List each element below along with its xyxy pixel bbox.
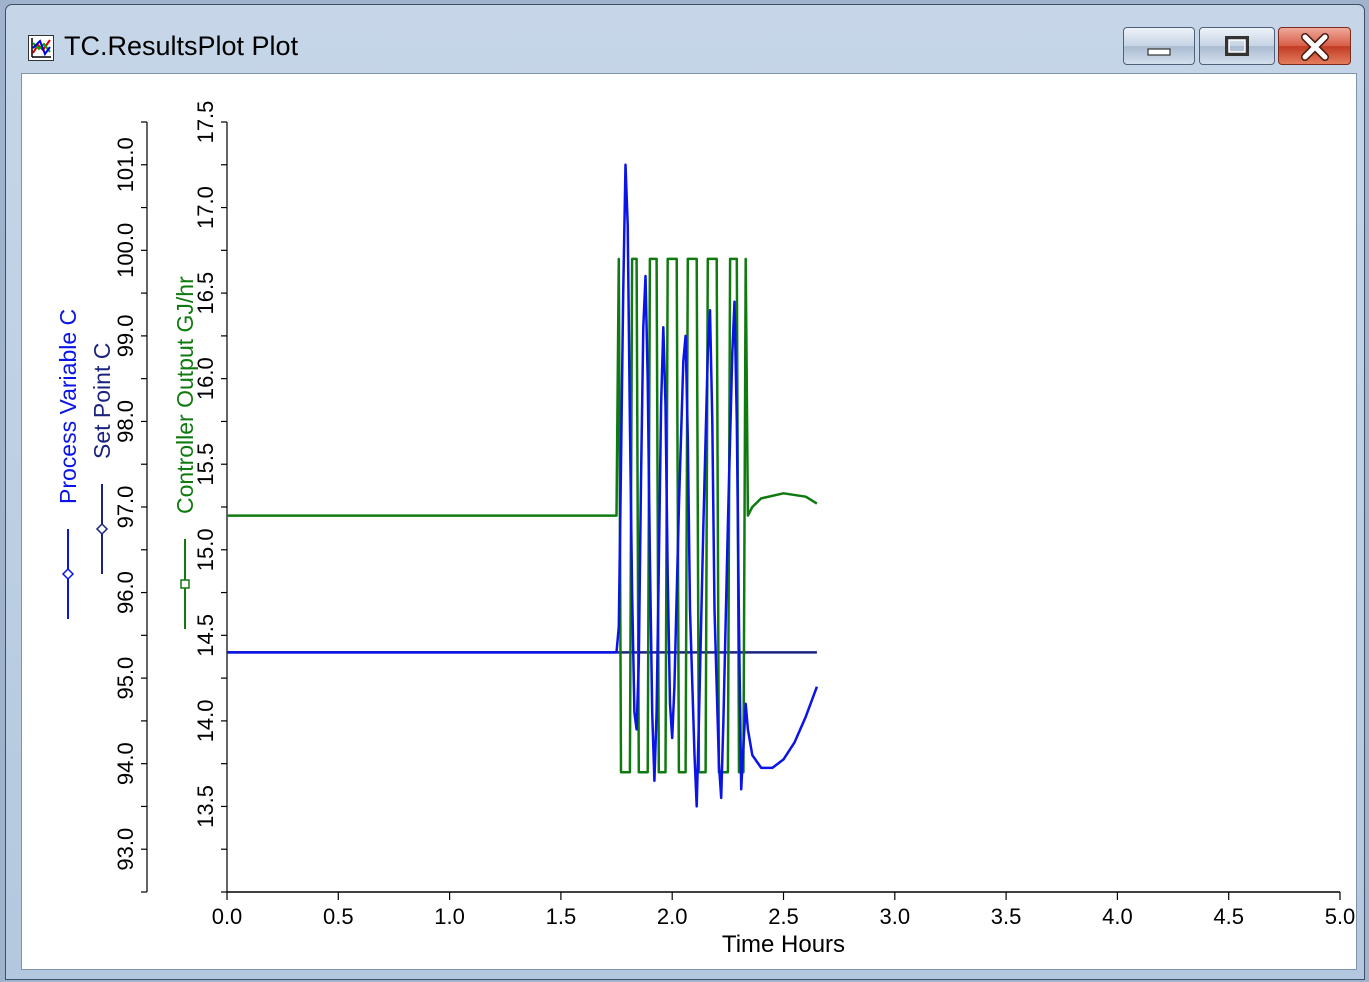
sp-legend-label: Set Point C: [89, 343, 115, 459]
pv-legend-marker: [61, 567, 75, 581]
pv-tick-label: 95.0: [113, 657, 138, 700]
pv-tick-label: 96.0: [113, 571, 138, 614]
pv-tick-label: 99.0: [113, 314, 138, 357]
co-tick-label: 13.5: [193, 785, 218, 828]
co-tick-label: 15.0: [193, 528, 218, 571]
x-tick-label: 1.0: [434, 904, 465, 929]
pv-tick-label: 97.0: [113, 486, 138, 529]
minimize-button[interactable]: [1123, 27, 1195, 65]
maximize-icon: [1225, 36, 1249, 56]
close-button[interactable]: [1278, 27, 1351, 65]
sp-legend-marker: [95, 522, 109, 536]
pv-tick-label: 98.0: [113, 400, 138, 443]
co-tick-label: 14.0: [193, 699, 218, 742]
co-legend-label: Controller Output GJ/hr: [172, 276, 198, 514]
pv-tick-label: 93.0: [113, 828, 138, 871]
plot-area: 0.0 0.5 1.0 1.5 2.0 2.5 3.0 3.5 4.0 4.5 5.0 Time Ho…: [21, 73, 1357, 970]
x-tick-label: 0.5: [323, 904, 354, 929]
plot-app-icon: [28, 35, 54, 61]
window-title: TC.ResultsPlot Plot: [64, 31, 299, 61]
x-tick-label: 3.5: [991, 904, 1022, 929]
co-legend-marker: [180, 579, 190, 589]
title-bar[interactable]: TC.ResultsPlot Plot: [6, 5, 1364, 71]
pv-tick-label: 94.0: [113, 742, 138, 785]
pv-tick-label: 101.0: [113, 137, 138, 192]
x-tick-label: 4.5: [1213, 904, 1244, 929]
x-tick-label: 5.0: [1325, 904, 1356, 929]
close-icon: [1301, 33, 1329, 61]
minimize-icon: [1147, 48, 1171, 56]
pv-legend-label: Process Variable C: [55, 309, 81, 504]
x-tick-label: 2.0: [657, 904, 688, 929]
x-tick-label: 3.0: [880, 904, 911, 929]
co-tick-label: 17.0: [193, 186, 218, 229]
x-tick-label: 4.0: [1102, 904, 1133, 929]
pv-tick-label: 100.0: [113, 223, 138, 278]
x-tick-label: 1.5: [546, 904, 577, 929]
x-tick-label: 2.5: [768, 904, 799, 929]
x-tick-label: 0.0: [212, 904, 243, 929]
x-axis-title: Time Hours: [722, 931, 845, 958]
results-plot: 0.0 0.5 1.0 1.5 2.0 2.5 3.0 3.5 4.0 4.5 5.0 Time Ho…: [55, 101, 1356, 958]
maximize-button[interactable]: [1199, 27, 1275, 65]
plot-window: TC.ResultsPlot Plot 0.0 0.5 1.0 1.5 2.0 2.5 3.…: [5, 4, 1365, 980]
co-tick-label: 14.5: [193, 614, 218, 657]
co-tick-label: 17.5: [193, 101, 218, 144]
